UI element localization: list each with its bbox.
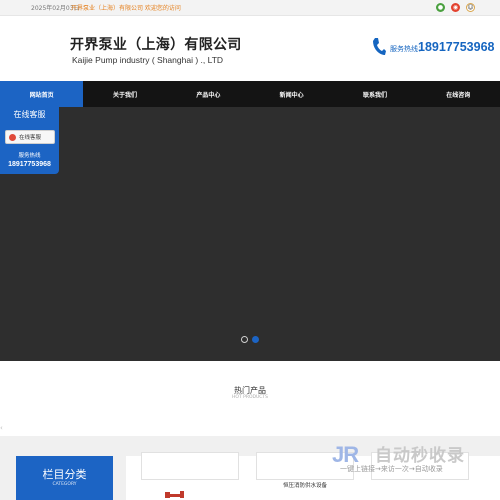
service-tel-number: 18917753968: [8, 161, 51, 168]
company-name-en: Kaijie Pump industry ( Shanghai ) ., LTD: [72, 55, 224, 65]
nav-item-news[interactable]: 新闻中心: [250, 81, 333, 107]
watermark-slogan: 一键上链接→来访一次→自动收录: [340, 465, 443, 473]
online-service-label: 在线客服: [19, 135, 42, 141]
chevron-left-icon[interactable]: ‹: [0, 424, 8, 434]
hotline-number: 18917753968: [418, 40, 495, 54]
online-service-button[interactable]: 在线客服: [5, 130, 55, 144]
customer-service-title: 在线客服: [13, 110, 46, 119]
weibo-icon[interactable]: ◉: [451, 3, 460, 12]
product-label[interactable]: 恒压消防供水设备: [256, 481, 354, 489]
pump-image: [165, 491, 184, 498]
service-tel-label: 服务热线: [18, 153, 41, 159]
product-card[interactable]: [141, 452, 239, 480]
category-title: 栏目分类: [42, 468, 87, 481]
welcome-text: 开界泵业（上海）有限公司 欢迎您的访问: [71, 5, 181, 12]
customer-service-panel: 在线客服 在线客服 服务热线 18917753968: [0, 103, 59, 174]
nav-item-consult[interactable]: 在线咨询: [417, 81, 500, 107]
nav-item-contact[interactable]: 联系我们: [333, 81, 416, 107]
nav-item-products[interactable]: 产品中心: [167, 81, 250, 107]
top-bar: 2025年02月03日 开界泵业（上海）有限公司 欢迎您的访问 ● ◉ ☺: [0, 0, 500, 16]
slide-dot-2[interactable]: [252, 336, 259, 343]
phone-icon: [373, 38, 386, 55]
nav-item-about[interactable]: 关于我们: [83, 81, 166, 107]
wechat-icon[interactable]: ●: [436, 3, 445, 12]
hot-products-subtitle: HOT PRODUCTS: [232, 395, 268, 400]
hero-banner: [0, 107, 500, 361]
qq-icon: [9, 133, 16, 141]
site-header: 开界泵业（上海）有限公司 Kaijie Pump industry ( Shan…: [0, 16, 500, 81]
page: 2025年02月03日 开界泵业（上海）有限公司 欢迎您的访问 ● ◉ ☺ 开界…: [0, 0, 500, 500]
slide-dot-1[interactable]: [241, 336, 248, 343]
category-box: 栏目分类 CATEGORY: [16, 456, 113, 500]
main-nav: 网站首页 关于我们 产品中心 新闻中心 联系我们 在线咨询: [0, 81, 500, 107]
watermark-brand: 自动秒收录: [375, 446, 465, 466]
qq-icon[interactable]: ☺: [466, 3, 475, 12]
watermark: JR 自动秒收录 一键上链接→来访一次→自动收录: [332, 438, 487, 478]
company-name-cn[interactable]: 开界泵业（上海）有限公司: [70, 34, 242, 54]
social-icons: ● ◉ ☺: [436, 3, 475, 12]
category-subtitle: CATEGORY: [52, 482, 77, 487]
